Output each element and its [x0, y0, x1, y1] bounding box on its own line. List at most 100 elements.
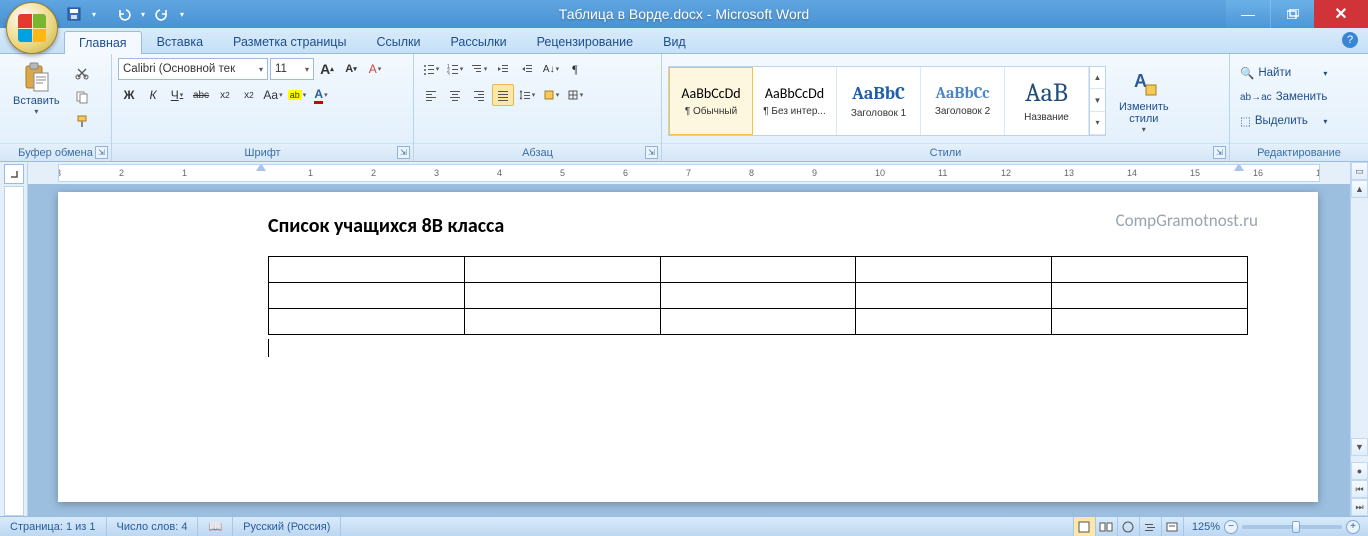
- ruler-toggle[interactable]: ▭: [1351, 162, 1368, 180]
- clear-formatting-button[interactable]: A: [364, 58, 386, 80]
- align-right-button[interactable]: [468, 84, 490, 106]
- table-cell[interactable]: [1052, 257, 1248, 283]
- numbering-button[interactable]: 123: [444, 58, 466, 80]
- spell-check[interactable]: 📖: [198, 517, 233, 536]
- fullscreen-reading-view[interactable]: [1095, 517, 1117, 536]
- browse-object[interactable]: ●: [1351, 462, 1368, 480]
- qat-customize[interactable]: ▾: [176, 3, 188, 25]
- copy-button[interactable]: [71, 86, 93, 108]
- undo-button[interactable]: [112, 3, 136, 25]
- left-indent-marker[interactable]: [256, 164, 266, 171]
- font-size-combo[interactable]: 11▾: [270, 58, 314, 80]
- right-indent-marker[interactable]: [1234, 164, 1244, 171]
- tab-page-layout[interactable]: Разметка страницы: [218, 30, 361, 53]
- styles-launcher[interactable]: ⇲: [1213, 146, 1226, 159]
- tab-review[interactable]: Рецензирование: [522, 30, 649, 53]
- style-item-3[interactable]: AaBbCcЗаголовок 2: [921, 67, 1005, 135]
- table-cell[interactable]: [1052, 283, 1248, 309]
- table-cell[interactable]: [660, 283, 856, 309]
- style-item-4[interactable]: AaBНазвание: [1005, 67, 1089, 135]
- language-status[interactable]: Русский (Россия): [233, 517, 341, 536]
- save-button[interactable]: [62, 3, 86, 25]
- scroll-up[interactable]: ▲: [1351, 180, 1368, 198]
- font-name-combo[interactable]: Calibri (Основной тек▾: [118, 58, 268, 80]
- vertical-ruler[interactable]: [4, 186, 24, 516]
- style-item-0[interactable]: AaBbCcDd¶ Обычный: [669, 67, 753, 135]
- tab-mailings[interactable]: Рассылки: [435, 30, 521, 53]
- tab-insert[interactable]: Вставка: [142, 30, 218, 53]
- clipboard-launcher[interactable]: ⇲: [95, 146, 108, 159]
- line-spacing-button[interactable]: [516, 84, 538, 106]
- tab-selector[interactable]: [4, 164, 24, 184]
- redo-button[interactable]: [150, 3, 174, 25]
- cut-button[interactable]: [71, 62, 93, 84]
- draft-view[interactable]: [1161, 517, 1183, 536]
- bullets-button[interactable]: [420, 58, 442, 80]
- borders-button[interactable]: [564, 84, 586, 106]
- grow-font-button[interactable]: A▴: [316, 58, 338, 80]
- document-scroll-area[interactable]: CompGramotnost.ru Список учащихся 8В кла…: [28, 184, 1350, 516]
- print-layout-view[interactable]: [1073, 517, 1095, 536]
- gallery-more[interactable]: ▾: [1090, 112, 1105, 135]
- shading-button[interactable]: [540, 84, 562, 106]
- zoom-in[interactable]: +: [1346, 520, 1360, 534]
- zoom-value[interactable]: 125%: [1192, 521, 1220, 533]
- outline-view[interactable]: [1139, 517, 1161, 536]
- table-cell[interactable]: [1052, 309, 1248, 335]
- table-cell[interactable]: [464, 309, 660, 335]
- strikethrough-button[interactable]: abc: [190, 84, 212, 106]
- table-cell[interactable]: [464, 283, 660, 309]
- table-cell[interactable]: [269, 283, 465, 309]
- bold-button[interactable]: Ж: [118, 84, 140, 106]
- web-layout-view[interactable]: [1117, 517, 1139, 536]
- horizontal-ruler[interactable]: 3211234567891011121314151617: [58, 164, 1320, 182]
- word-count[interactable]: Число слов: 4: [107, 517, 199, 536]
- qat-dropdown[interactable]: ▾: [88, 3, 100, 25]
- format-painter-button[interactable]: [71, 110, 93, 132]
- table-cell[interactable]: [856, 309, 1052, 335]
- replace-button[interactable]: ab→acЗаменить: [1236, 86, 1331, 108]
- show-marks-button[interactable]: ¶: [564, 58, 586, 80]
- increase-indent-button[interactable]: [516, 58, 538, 80]
- maximize-button[interactable]: [1270, 0, 1314, 28]
- zoom-out[interactable]: −: [1224, 520, 1238, 534]
- change-styles-button[interactable]: A Изменить стили ▾: [1110, 64, 1178, 137]
- font-launcher[interactable]: ⇲: [397, 146, 410, 159]
- minimize-button[interactable]: —: [1226, 0, 1270, 28]
- change-case-button[interactable]: Aa: [262, 84, 284, 106]
- table-cell[interactable]: [464, 257, 660, 283]
- shrink-font-button[interactable]: A▾: [340, 58, 362, 80]
- subscript-button[interactable]: x2: [214, 84, 236, 106]
- table-cell[interactable]: [856, 283, 1052, 309]
- multilevel-list-button[interactable]: [468, 58, 490, 80]
- decrease-indent-button[interactable]: [492, 58, 514, 80]
- help-button[interactable]: ?: [1342, 32, 1358, 48]
- office-button[interactable]: [6, 2, 58, 54]
- document-table[interactable]: [268, 256, 1248, 335]
- align-left-button[interactable]: [420, 84, 442, 106]
- undo-dropdown[interactable]: ▾: [138, 3, 148, 25]
- zoom-slider[interactable]: [1242, 525, 1342, 529]
- style-item-1[interactable]: AaBbCcDd¶ Без интер...: [753, 67, 837, 135]
- highlight-button[interactable]: ab: [286, 84, 308, 106]
- font-color-button[interactable]: A: [310, 84, 332, 106]
- gallery-down[interactable]: ▼: [1090, 89, 1105, 112]
- superscript-button[interactable]: x2: [238, 84, 260, 106]
- close-button[interactable]: ✕: [1314, 0, 1368, 28]
- prev-page[interactable]: ⏮: [1351, 480, 1368, 498]
- table-cell[interactable]: [660, 257, 856, 283]
- underline-button[interactable]: Ч: [166, 84, 188, 106]
- sort-button[interactable]: A↓: [540, 58, 562, 80]
- paste-button[interactable]: Вставить ▾: [6, 58, 67, 119]
- align-center-button[interactable]: [444, 84, 466, 106]
- italic-button[interactable]: К: [142, 84, 164, 106]
- justify-button[interactable]: [492, 84, 514, 106]
- tab-home[interactable]: Главная: [64, 31, 142, 54]
- page-status[interactable]: Страница: 1 из 1: [0, 517, 107, 536]
- table-cell[interactable]: [269, 309, 465, 335]
- gallery-up[interactable]: ▲: [1090, 67, 1105, 90]
- next-page[interactable]: ⏭: [1351, 498, 1368, 516]
- style-item-2[interactable]: AaBbCЗаголовок 1: [837, 67, 921, 135]
- tab-references[interactable]: Ссылки: [361, 30, 435, 53]
- paragraph-launcher[interactable]: ⇲: [645, 146, 658, 159]
